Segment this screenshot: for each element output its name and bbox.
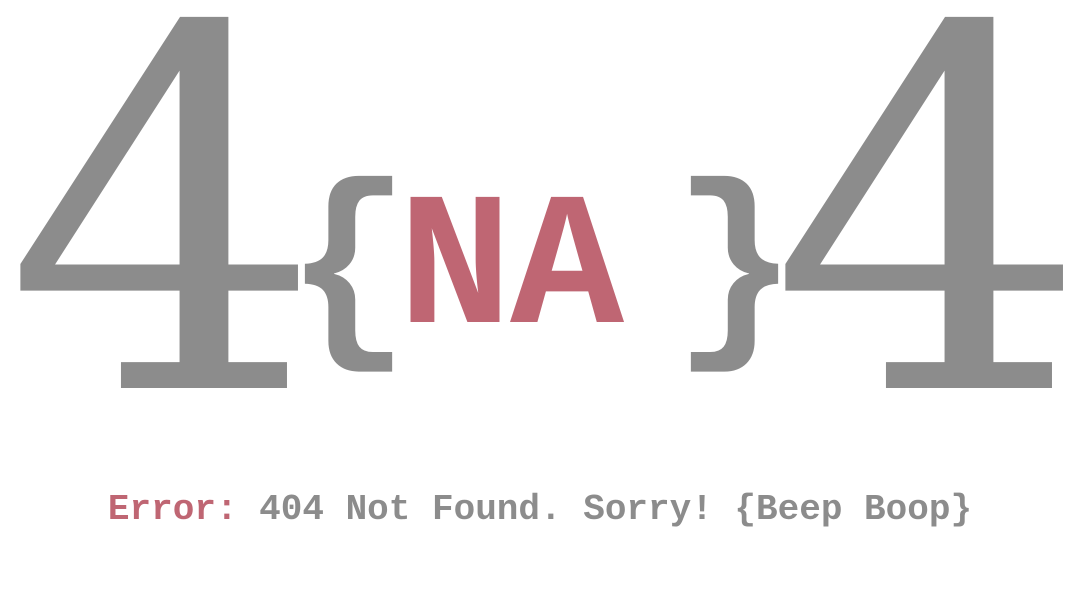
error-message: Error: 404 Not Found. Sorry! {Beep Boop} <box>0 488 1080 531</box>
error-page: 4 { NA } 4 Error: 404 Not Found. Sorry! … <box>0 0 1080 600</box>
error-label: Error: <box>107 489 238 530</box>
hero-center-text: NA <box>398 165 624 380</box>
error-text: 404 Not Found. Sorry! {Beep Boop} <box>259 489 973 530</box>
hero-brace-open: { <box>285 154 412 392</box>
hero-left-digit: 4 <box>5 0 323 506</box>
hero-right-digit: 4 <box>770 0 1080 506</box>
